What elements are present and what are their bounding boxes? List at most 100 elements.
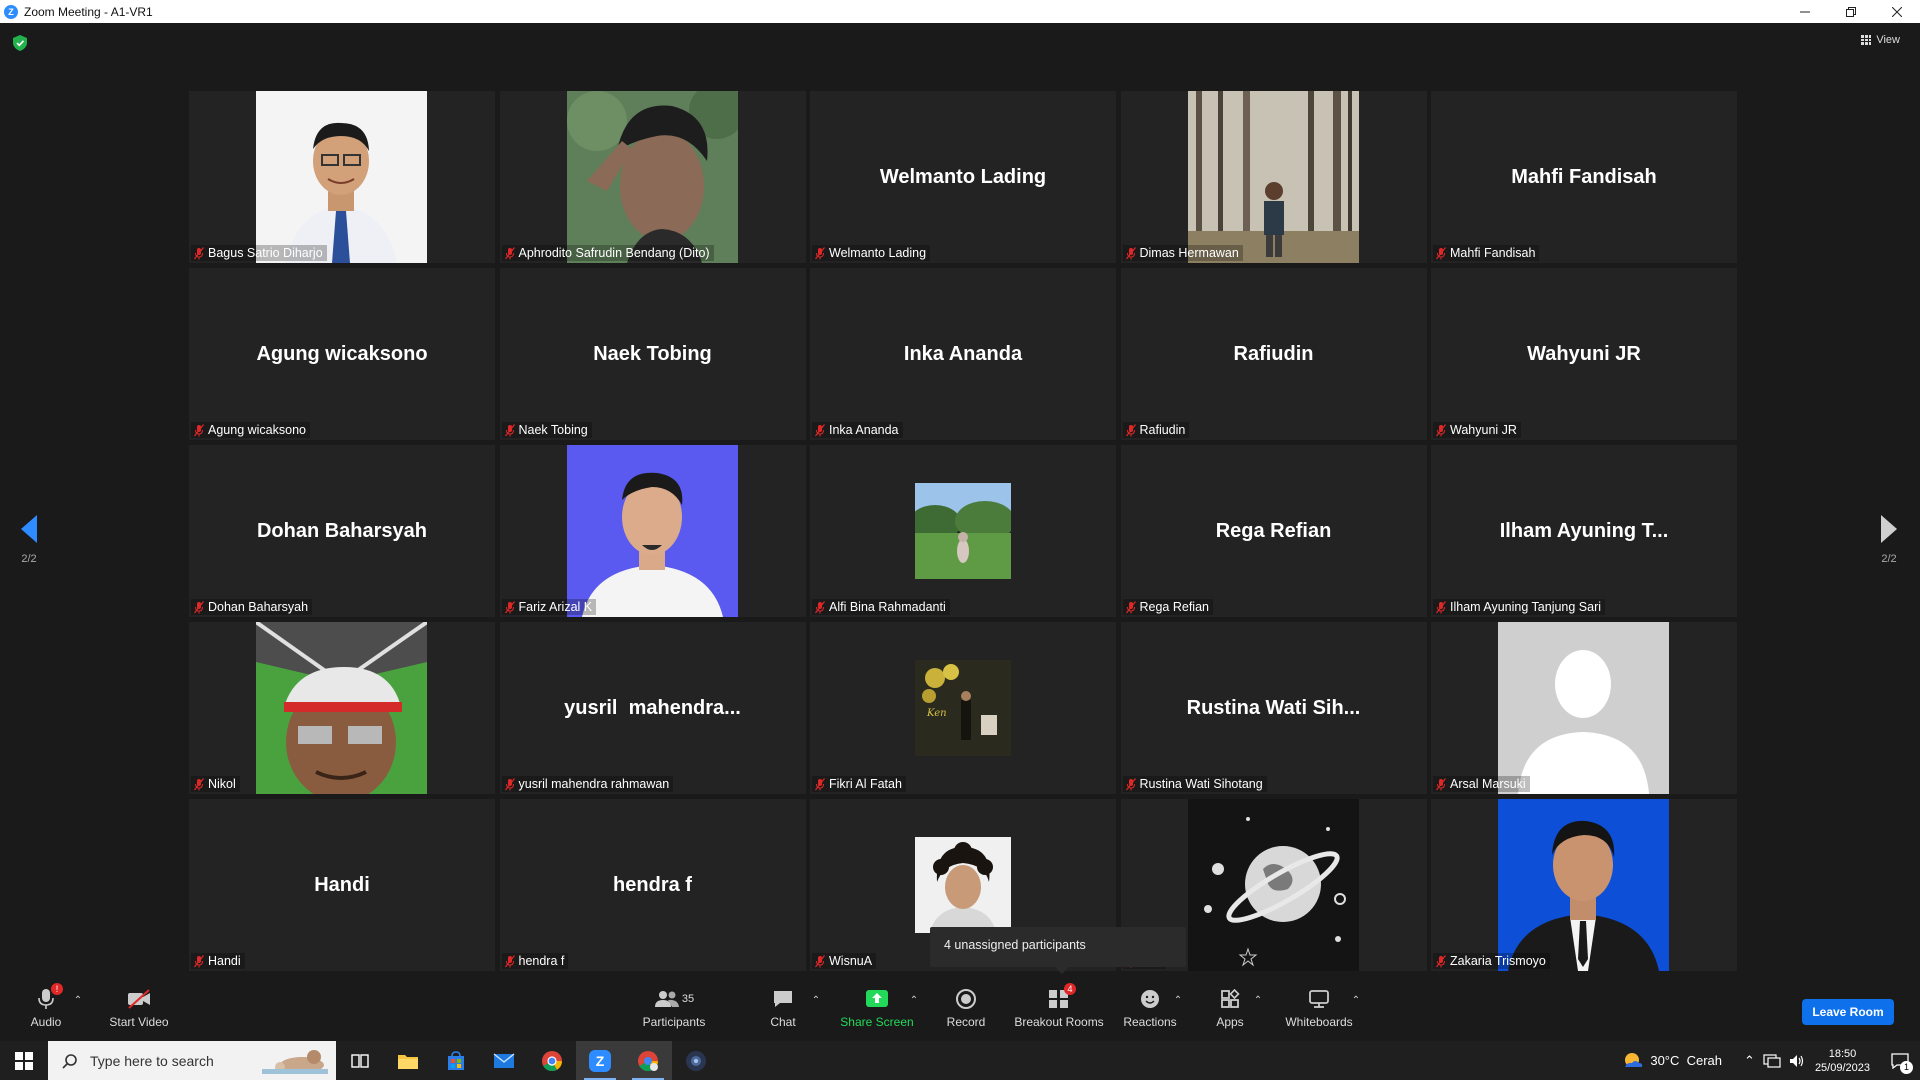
store-button[interactable] [432, 1041, 480, 1080]
participant-name-tag: Welmanto Lading [812, 245, 931, 261]
system-clock[interactable]: 18:50 25/09/2023 [1815, 1047, 1870, 1075]
participant-tile[interactable]: Zakaria Trismoyo [1431, 799, 1737, 971]
whiteboards-button[interactable]: Whiteboards [1284, 975, 1354, 1041]
participant-display-name: Wahyuni JR [1527, 342, 1641, 365]
participant-display-name: hendra f [613, 873, 692, 896]
participant-tile[interactable]: Rafiudin Rafiudin [1120, 268, 1427, 440]
meeting-area: View 2/2 2/2 Bagus Satrio Diharjo Aphrodi… [0, 23, 1920, 975]
record-button[interactable]: Record [944, 975, 988, 1041]
start-video-button[interactable]: Start Video [104, 975, 174, 1041]
breakout-rooms-button[interactable]: 4 Breakout Rooms [1012, 975, 1106, 1041]
share-options-caret[interactable]: ⌃ [908, 975, 920, 1041]
next-page-button[interactable]: 2/2 [1869, 515, 1909, 565]
network-icon[interactable] [1763, 1053, 1781, 1068]
chat-options-caret[interactable]: ⌃ [810, 975, 822, 1041]
participant-name: Rega Refian [1139, 600, 1210, 614]
participant-tile[interactable]: Alfi Bina Rahmadanti [810, 445, 1116, 617]
participant-tile[interactable]: Rega Refian Rega Refian [1120, 445, 1427, 617]
participant-tile[interactable]: Welmanto Lading Welmanto Lading [810, 91, 1116, 263]
previous-page-button[interactable]: 2/2 [9, 515, 49, 565]
participant-tile[interactable]: Arsal Marsuki [1431, 622, 1737, 794]
page-indicator-right: 2/2 [1881, 553, 1897, 565]
minimize-button[interactable] [1782, 0, 1828, 23]
participant-tile[interactable]: yusril mahendra... yusril mahendra rahmaw… [499, 622, 806, 794]
record-icon [953, 987, 979, 1011]
breakout-rooms-label: Breakout Rooms [1014, 1015, 1104, 1029]
participant-gallery: Bagus Satrio Diharjo Aphrodito Safrudin B… [189, 91, 1737, 971]
leave-room-button[interactable]: Leave Room [1802, 999, 1894, 1025]
breakout-rooms-icon: 4 [1046, 983, 1076, 1011]
whiteboards-options-caret[interactable]: ⌃ [1350, 975, 1362, 1041]
participant-tile[interactable]: Ken Fikri Al Fatah [810, 622, 1116, 794]
muted-mic-icon [504, 954, 515, 967]
participant-tile[interactable]: Naek Tobing Naek Tobing [499, 268, 806, 440]
participant-display-name: Ilham Ayuning T... [1499, 519, 1669, 542]
participant-tile[interactable]: Wahyuni JR Wahyuni JR [1431, 268, 1737, 440]
participants-button[interactable]: 35 Participants [638, 975, 710, 1041]
close-button[interactable] [1874, 0, 1920, 23]
participant-tile[interactable]: Inka Ananda Inka Ananda [810, 268, 1116, 440]
apps-button[interactable]: Apps [1210, 975, 1250, 1041]
participant-tile[interactable]: Aphrodito Safrudin Bendang (Dito) [499, 91, 806, 263]
view-button[interactable]: View [1861, 34, 1900, 46]
participant-tile[interactable]: Mahfi Fandisah Mahfi Fandisah [1431, 91, 1737, 263]
participant-name: Ilham Ayuning Tanjung Sari [1450, 600, 1602, 614]
audio-options-caret[interactable]: ⌃ [72, 975, 84, 1041]
participant-video [915, 483, 1011, 579]
start-button[interactable] [0, 1041, 48, 1080]
reactions-options-caret[interactable]: ⌃ [1172, 975, 1184, 1041]
participant-display-name: Welmanto Lading [879, 165, 1047, 188]
participant-tile[interactable]: Dimas Hermawan [1120, 91, 1427, 263]
muted-mic-icon [194, 600, 204, 613]
chat-button[interactable]: Chat [768, 975, 798, 1041]
participant-name-tag: hendra f [501, 953, 569, 969]
share-screen-button[interactable]: Share Screen [840, 975, 914, 1041]
file-explorer-button[interactable] [384, 1041, 432, 1080]
participant-tile[interactable]: Agung wicaksono Agung wicaksono [189, 268, 495, 440]
restore-button[interactable] [1828, 0, 1874, 23]
participant-display-name: Rafiudin [1233, 342, 1314, 365]
taskbar-search-box[interactable]: Type here to search [48, 1041, 336, 1080]
participant-video [256, 91, 427, 263]
muted-mic-icon [194, 246, 204, 259]
mail-button[interactable] [480, 1041, 528, 1080]
encryption-shield-icon[interactable] [13, 35, 27, 51]
participants-count: 35 [681, 993, 695, 1005]
notification-center-button[interactable]: 1 [1880, 1041, 1920, 1080]
chrome-profile-button[interactable] [624, 1041, 672, 1080]
task-view-button[interactable] [336, 1041, 384, 1080]
mail-icon [493, 1052, 515, 1068]
muted-mic-icon [504, 423, 515, 436]
audio-label: Audio [30, 1015, 62, 1029]
participants-label: Participants [642, 1015, 706, 1029]
participant-tile[interactable]: Ilham Ayuning T... Ilham Ayuning Tanjung … [1431, 445, 1737, 617]
chevron-up-icon[interactable]: ⌃ [1744, 1053, 1755, 1069]
participant-tile[interactable]: Fariz Arizal K [499, 445, 806, 617]
participant-tile[interactable]: Nikol [189, 622, 495, 794]
participant-name: Dohan Baharsyah [208, 600, 309, 614]
participant-display-name: Mahfi Fandisah [1511, 165, 1657, 188]
participant-tile[interactable]: Dohan Baharsyah Dohan Baharsyah [189, 445, 495, 617]
participant-tile[interactable]: Rustina Wati Sih... Rustina Wati Sihotang [1120, 622, 1427, 794]
participant-name-tag: Mahfi Fandisah [1433, 245, 1540, 261]
reactions-icon [1137, 987, 1163, 1011]
weather-text[interactable]: 30°C Cerah [1650, 1053, 1722, 1068]
share-screen-label: Share Screen [840, 1015, 914, 1029]
svg-text:Z: Z [596, 1053, 605, 1069]
whiteboard-icon [1306, 987, 1332, 1011]
apps-options-caret[interactable]: ⌃ [1252, 975, 1264, 1041]
muted-mic-icon [1436, 954, 1446, 967]
right-arrow-icon [1881, 515, 1897, 543]
participant-tile[interactable]: hendra f hendra f [499, 799, 806, 971]
view-label: View [1876, 34, 1900, 46]
volume-icon[interactable] [1789, 1054, 1805, 1068]
participant-tile[interactable]: Handi Handi [189, 799, 495, 971]
chrome-button[interactable] [528, 1041, 576, 1080]
camera-app-button[interactable] [672, 1041, 720, 1080]
participant-display-name: Handi [314, 873, 370, 896]
participant-tile[interactable]: Bagus Satrio Diharjo [189, 91, 495, 263]
audio-button[interactable]: ! Audio [26, 975, 66, 1041]
reactions-button[interactable]: Reactions [1122, 975, 1178, 1041]
zoom-taskbar-button[interactable]: Z [576, 1041, 624, 1080]
chevron-up-icon: ⌃ [909, 995, 919, 1006]
